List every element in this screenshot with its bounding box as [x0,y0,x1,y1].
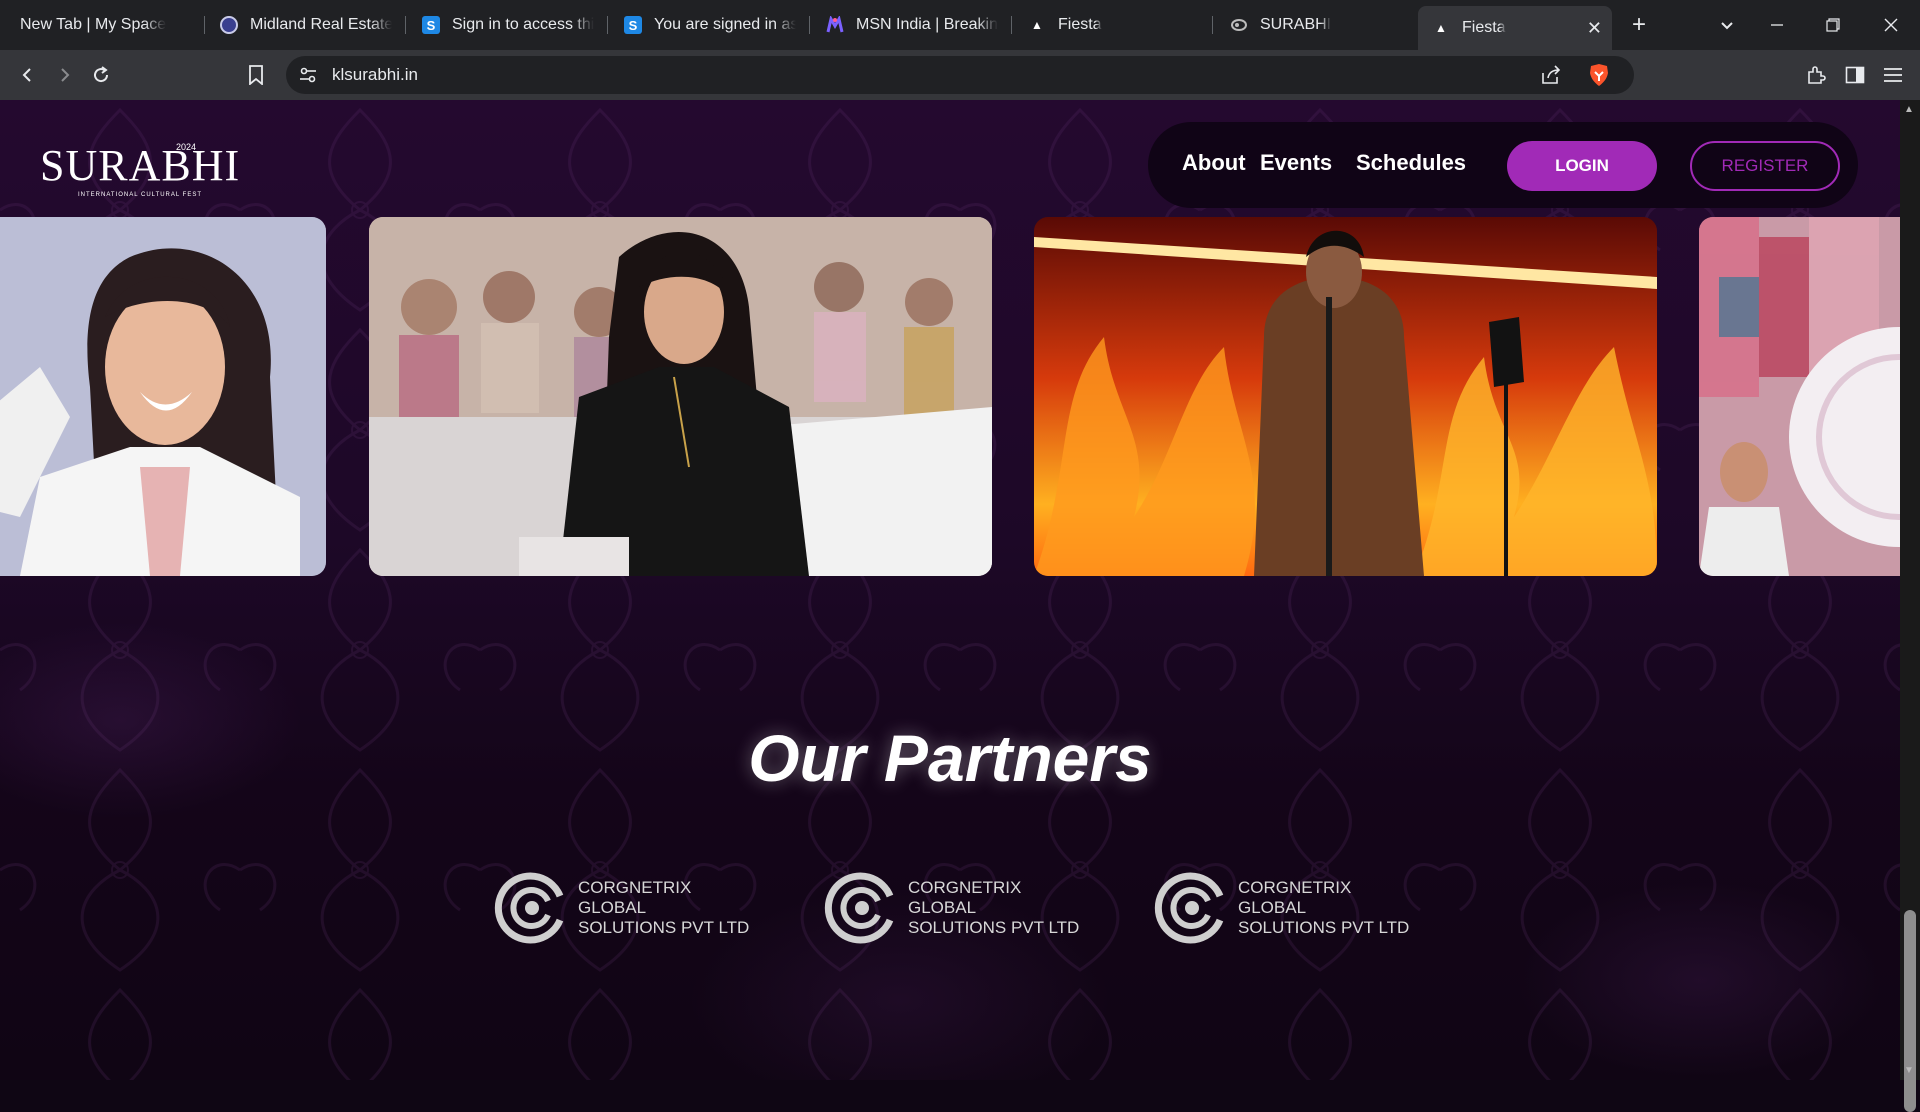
tab-label: SURABHI [1260,16,1332,33]
nav-about[interactable]: About [1182,150,1246,176]
url-text: klsurabhi.in [332,65,418,84]
scroll-thumb[interactable] [1904,910,1916,1112]
web-page: SURABHI 2024 INTERNATIONAL CULTURAL FEST… [0,100,1900,1080]
logo-year: 2024 [176,142,197,152]
partner-name-line2: SOLUTIONS PVT LTD [1238,918,1410,937]
partner-name-line1: CORGNETRIX GLOBAL [908,878,1022,917]
partner-name-line2: SOLUTIONS PVT LTD [908,918,1080,937]
tab-new-tab[interactable]: New Tab | My Space [6,6,206,44]
partners-heading: Our Partners [748,721,1152,795]
site-settings-icon[interactable] [298,65,318,85]
gallery-photo-event[interactable] [1699,217,1900,576]
minimize-button[interactable] [1762,10,1792,40]
tab-msn[interactable]: MSN India | Breaking [812,6,1012,44]
close-tab-icon[interactable]: ✕ [1587,18,1602,39]
corgnetrix-logo-icon [494,872,564,944]
tab-surabhi[interactable]: SURABHI [1216,6,1412,44]
login-button[interactable]: LOGIN [1507,141,1657,191]
restore-button[interactable] [1818,10,1848,40]
tab-fiesta-active[interactable]: ▲ Fiesta ✕ [1418,6,1612,50]
sidebar-icon[interactable] [1840,60,1870,90]
tab-label: New Tab | My Space [20,16,167,33]
msn-icon [826,16,844,34]
scroll-up-arrow-icon[interactable]: ▲ [1904,104,1914,115]
extensions-icon[interactable] [1801,60,1831,90]
tab-search-chevron-icon[interactable] [1712,10,1742,40]
browser-tab-bar: New Tab | My Space Midland Real Estate S… [0,0,1920,50]
tab-label: Fiesta [1058,16,1102,33]
page-scrollbar[interactable]: ▲ ▼ [1900,100,1920,1112]
browser-toolbar: klsurabhi.in [0,50,1920,100]
reload-icon[interactable] [86,60,116,90]
s-icon: S [422,16,440,34]
gallery-photo-seated-woman[interactable] [369,217,992,576]
tab-label: MSN India | Breaking [856,16,998,33]
partner-name-line1: CORGNETRIX GLOBAL [578,878,692,917]
triangle-icon: ▲ [1435,21,1447,35]
bookmark-icon[interactable] [241,60,271,90]
tab-fiesta[interactable]: ▲ Fiesta [1014,6,1210,44]
brave-shield-icon[interactable] [1588,63,1610,87]
tab-sign-in[interactable]: S Sign in to access this [408,6,608,44]
tab-label: Fiesta [1462,19,1506,36]
nav-schedules[interactable]: Schedules [1356,150,1466,176]
tab-label: Sign in to access this [452,16,594,33]
share-icon[interactable] [1540,64,1562,86]
scroll-down-arrow-icon[interactable]: ▼ [1904,1065,1914,1076]
address-bar[interactable]: klsurabhi.in [286,56,1634,94]
nav-events[interactable]: Events [1260,150,1332,176]
close-window-button[interactable] [1876,10,1906,40]
corgnetrix-logo-icon [824,872,894,944]
tab-signed-in[interactable]: S You are signed in as [610,6,810,44]
logo-wordmark: SURABHI [40,141,241,190]
menu-icon[interactable] [1878,60,1908,90]
main-nav: About Events Schedules LOGIN REGISTER [1148,122,1858,208]
partner-card[interactable]: CORGNETRIX GLOBAL SOLUTIONS PVT LTD [822,866,1092,950]
partner-card[interactable]: CORGNETRIX GLOBAL SOLUTIONS PVT LTD [1152,866,1422,950]
forward-icon[interactable] [50,60,80,90]
triangle-icon: ▲ [1031,18,1043,32]
site-icon [220,16,238,34]
s-icon: S [624,16,642,34]
surabhi-logo[interactable]: SURABHI 2024 INTERNATIONAL CULTURAL FEST [40,140,239,200]
partner-name-line2: SOLUTIONS PVT LTD [578,918,750,937]
register-button[interactable]: REGISTER [1690,141,1840,191]
partner-card[interactable]: CORGNETRIX GLOBAL SOLUTIONS PVT LTD [492,866,762,950]
corgnetrix-logo-icon [1154,872,1224,944]
tab-midland[interactable]: Midland Real Estate [206,6,406,44]
tab-label: Midland Real Estate [250,16,392,33]
tab-label: You are signed in as [654,16,796,33]
new-tab-button[interactable]: + [1624,10,1654,40]
gallery-photo-singer[interactable] [1034,217,1657,576]
logo-subtitle: INTERNATIONAL CULTURAL FEST [78,192,203,198]
back-icon[interactable] [12,60,42,90]
surabhi-icon [1230,16,1248,34]
gallery-photo-laughing-woman[interactable] [0,217,326,576]
partner-name-line1: CORGNETRIX GLOBAL [1238,878,1352,917]
